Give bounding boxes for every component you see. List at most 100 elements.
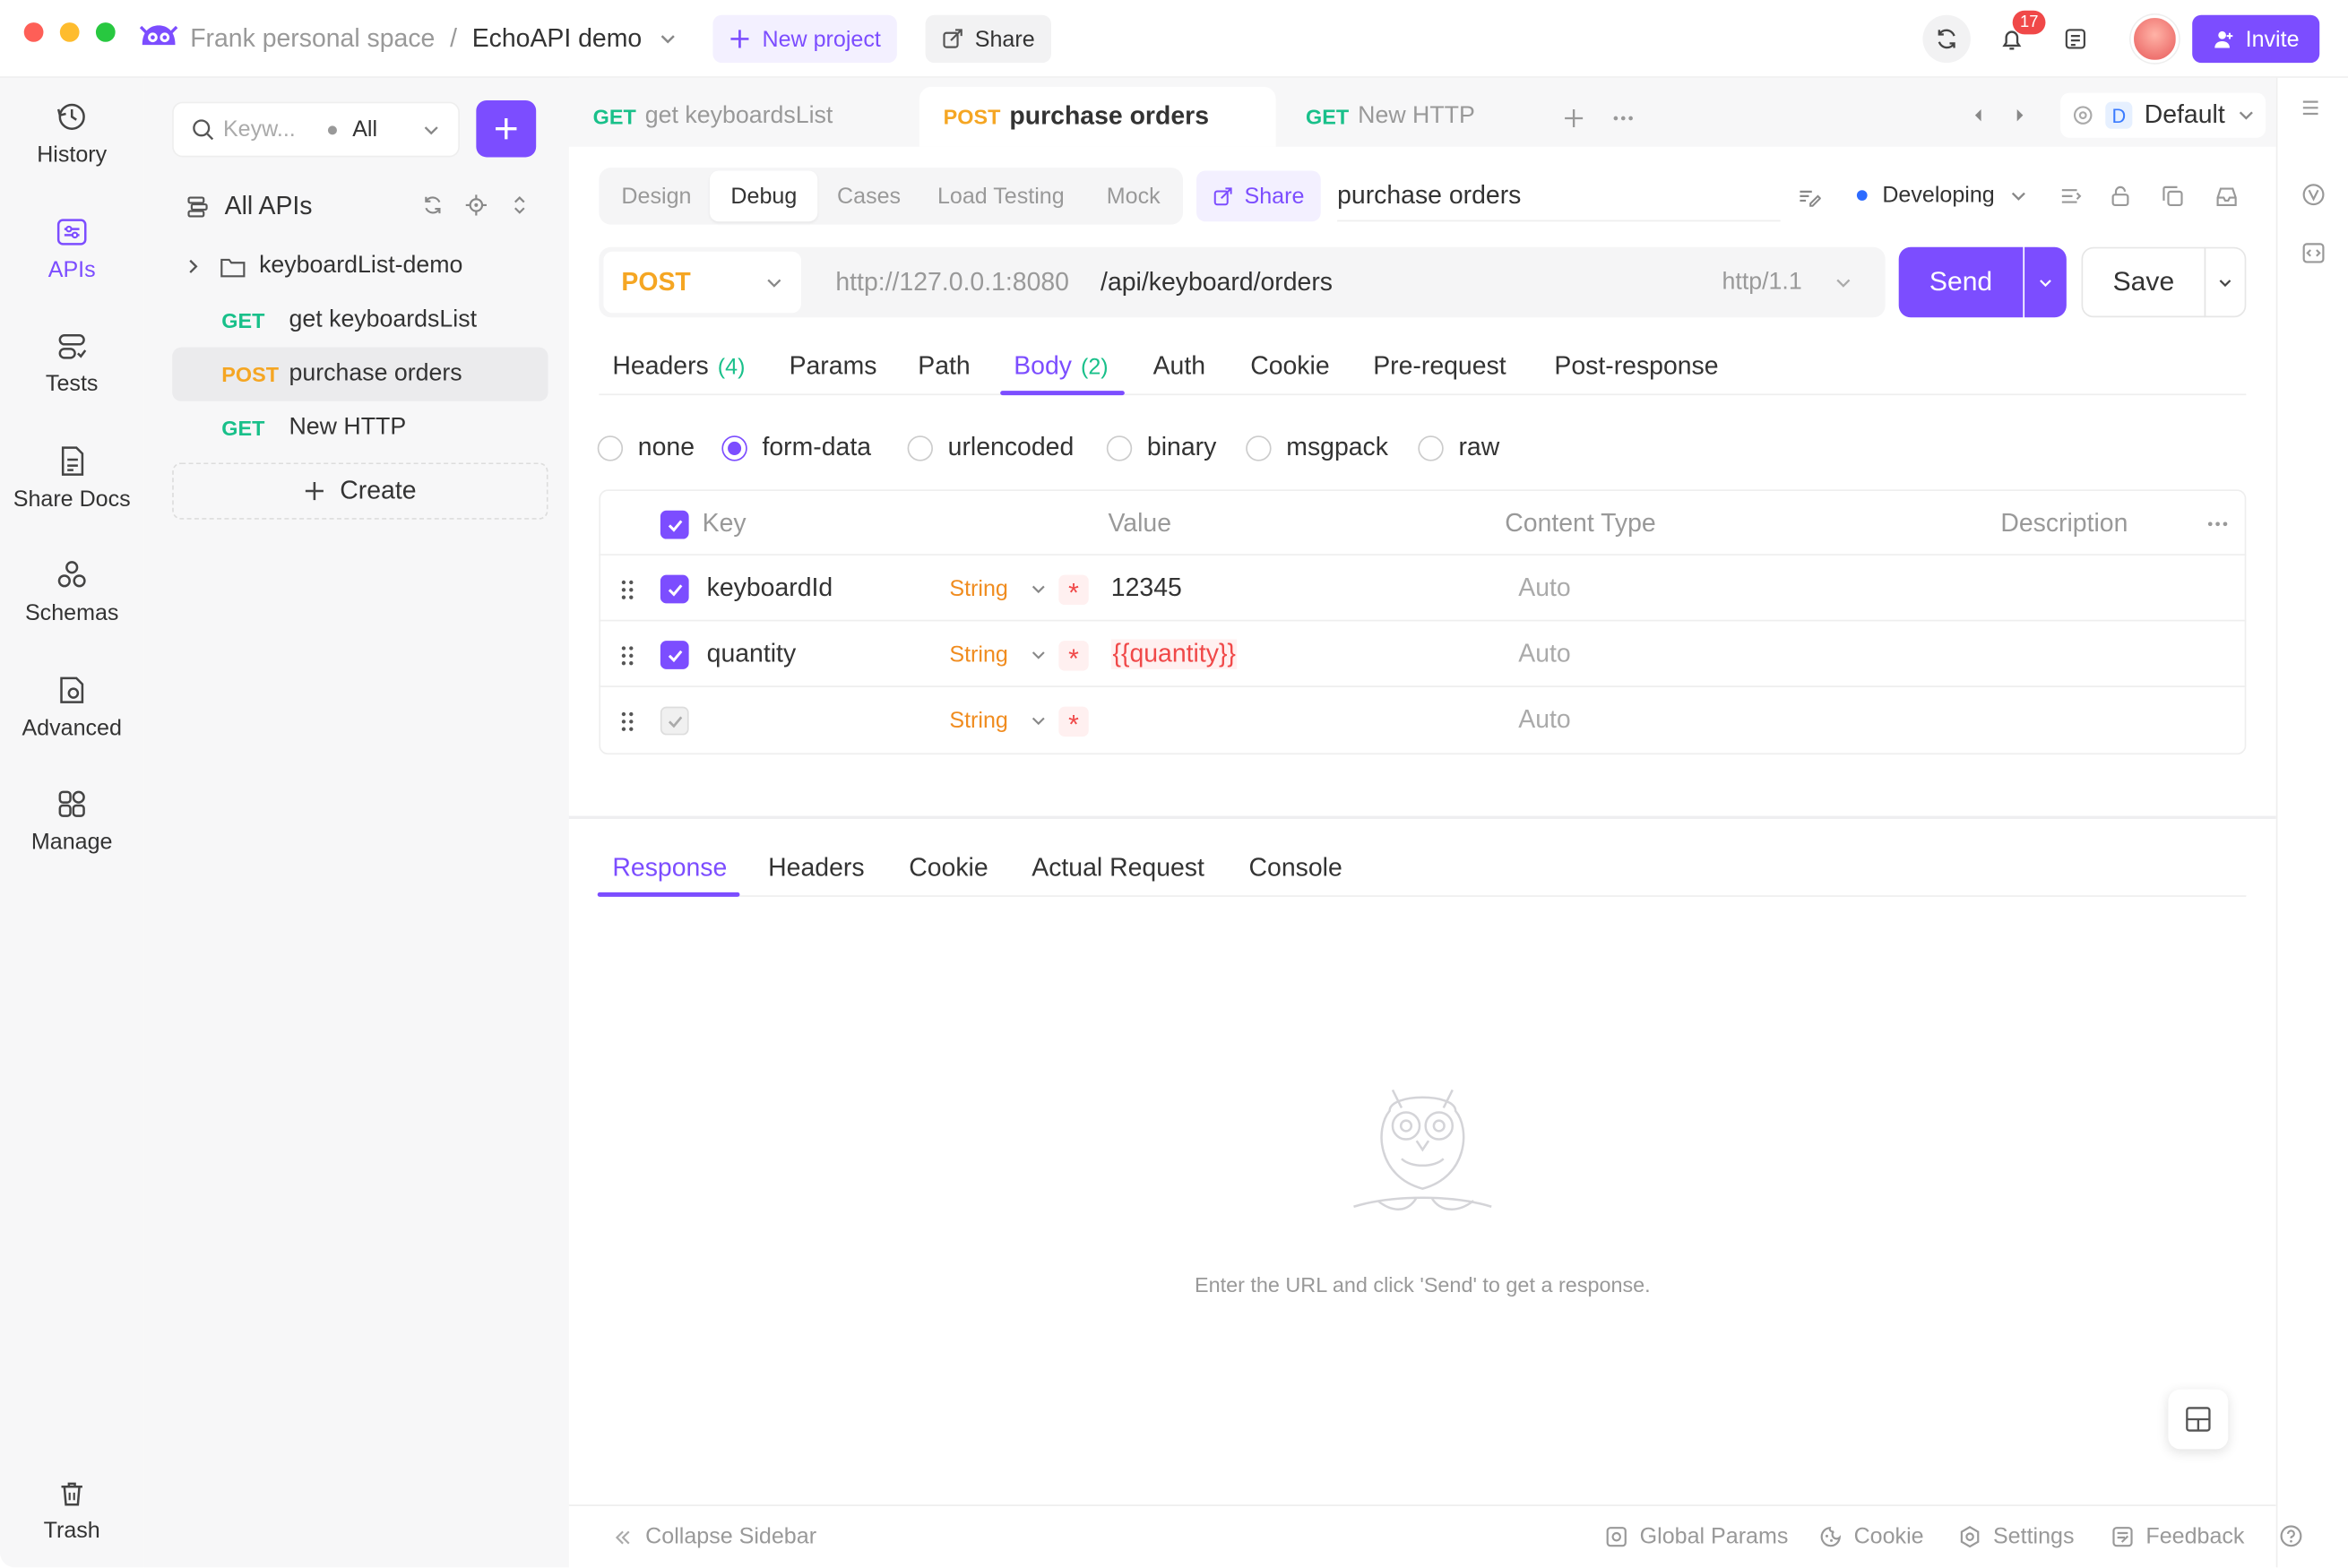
required-toggle[interactable]: * [1058,641,1089,674]
nav-item-share-docs[interactable]: Share Docs [0,428,143,527]
row-content-type[interactable]: Auto [1518,573,1570,603]
nav-item-tests[interactable]: Tests [0,313,143,411]
protocol-select[interactable]: http/1.1 [1722,252,1853,314]
search-box[interactable]: Keyw... All [172,101,460,158]
avatar[interactable] [2130,14,2180,64]
more-tabs-icon[interactable] [1611,108,1636,128]
search-input[interactable]: Keyw... [223,116,296,142]
expand-collapse-icon[interactable] [509,194,530,215]
status-select[interactable]: Developing [1856,183,2028,208]
settings-button[interactable]: Settings [1959,1524,2075,1549]
method-select[interactable]: POST [603,251,801,314]
api-item-get-keyboardslist[interactable]: GET get keyboardsList [172,293,548,347]
radio-none[interactable]: none [597,433,695,462]
tab-body[interactable]: Body (2) [1014,340,1108,393]
subtab-design[interactable]: Design [600,170,712,221]
code-gen-icon[interactable] [2059,185,2083,209]
close-window-button[interactable] [23,22,44,42]
feedback-button[interactable]: Feedback [2111,1524,2244,1549]
select-all-checkbox[interactable] [660,510,689,539]
nav-item-trash[interactable]: Trash [0,1461,143,1560]
row-value-variable[interactable]: {{quantity}} [1110,639,1238,669]
notifications-button[interactable]: 17 [1987,10,2046,63]
code-icon[interactable] [2301,241,2326,265]
tab-params[interactable]: Params [790,340,877,393]
response-tab-headers[interactable]: Headers [768,841,864,895]
project-name[interactable]: EchoAPI demo [472,24,642,54]
scroll-right-icon[interactable] [2013,105,2028,125]
chevron-down-icon[interactable] [1031,647,1047,663]
add-api-button[interactable] [476,99,537,158]
nav-item-advanced[interactable]: Advanced [0,658,143,756]
response-tab-cookie[interactable]: Cookie [909,841,988,895]
row-type[interactable]: String [949,642,1007,668]
chevron-down-icon[interactable] [422,121,440,139]
collapse-sidebar-button[interactable]: Collapse Sidebar [612,1524,816,1549]
tab-purchase-orders[interactable]: POST purchase orders [919,86,1276,147]
verify-icon[interactable] [2301,183,2326,207]
edit-icon[interactable] [1797,185,1821,209]
send-button[interactable]: Send [1898,246,2024,318]
radio-msgpack[interactable]: msgpack [1246,433,1388,462]
row-checkbox[interactable] [660,641,689,669]
all-apis-row[interactable]: All APIs [186,192,313,221]
filter-select[interactable]: All [352,116,377,142]
nav-item-schemas[interactable]: Schemas [0,542,143,641]
url-input[interactable]: http://127.0.0.1:8080 /api/keyboard/orde… [835,252,1333,314]
radio-binary[interactable]: binary [1106,433,1216,462]
row-value[interactable]: 12345 [1111,573,1182,603]
row-content-type[interactable]: Auto [1518,705,1570,735]
chevron-down-icon[interactable] [657,29,678,49]
environment-select[interactable]: D Default [2060,92,2266,138]
subtab-cases[interactable]: Cases [816,170,922,221]
row-content-type[interactable]: Auto [1518,639,1570,668]
global-params-button[interactable]: Global Params [1605,1524,1788,1549]
workspace-name[interactable]: Frank personal space [190,24,435,54]
tab-new-http[interactable]: GET New HTTP [1282,87,1521,147]
layout-toggle-button[interactable] [2168,1389,2229,1450]
add-tab-icon[interactable] [1563,108,1584,128]
tab-auth[interactable]: Auth [1153,340,1205,393]
api-item-new-http[interactable]: GET New HTTP [172,401,548,455]
tab-pre-request[interactable]: Pre-request [1373,340,1506,393]
drag-handle-icon[interactable] [620,711,635,732]
row-type[interactable]: String [949,576,1007,601]
response-tab-actual-request[interactable]: Actual Request [1032,841,1204,895]
share-project-button[interactable]: Share [925,14,1052,64]
subtab-debug[interactable]: Debug [710,170,818,222]
send-options-button[interactable] [2024,246,2067,318]
new-project-button[interactable]: New project [712,14,898,64]
save-button[interactable]: Save [2081,246,2206,318]
radio-form-data[interactable]: form-data [721,433,871,462]
nav-item-apis[interactable]: APIs [0,199,143,297]
cookie-button[interactable]: Cookie [1819,1524,1924,1549]
help-icon[interactable] [2279,1524,2303,1548]
drag-handle-icon[interactable] [620,645,635,666]
save-draft-icon[interactable] [2214,185,2239,209]
lock-icon[interactable] [2109,185,2133,209]
chevron-right-icon[interactable] [185,257,203,275]
invite-button[interactable]: Invite [2192,14,2320,64]
row-type[interactable]: String [949,708,1007,733]
locate-icon[interactable] [465,194,488,216]
save-options-button[interactable] [2204,246,2247,318]
folder-row[interactable]: keyboardList-demo [172,239,548,293]
response-tab-response[interactable]: Response [612,841,727,895]
api-item-purchase-orders[interactable]: POST purchase orders [172,347,548,401]
row-key[interactable]: quantity [707,639,796,668]
tab-headers[interactable]: Headers (4) [612,340,745,393]
required-toggle[interactable]: * [1058,706,1089,739]
pane-splitter[interactable] [568,815,2276,819]
radio-raw[interactable]: raw [1418,433,1499,462]
response-tab-console[interactable]: Console [1249,841,1342,895]
copy-icon[interactable] [2161,185,2185,209]
collapse-right-icon[interactable] [2299,96,2323,120]
row-checkbox[interactable] [660,574,689,604]
create-button[interactable]: Create [172,462,548,520]
drag-handle-icon[interactable] [620,580,635,600]
chevron-down-icon[interactable] [1031,712,1047,728]
subtab-load-testing[interactable]: Load Testing [917,170,1085,221]
tab-cookie[interactable]: Cookie [1250,340,1329,393]
maximize-window-button[interactable] [95,22,116,42]
nav-item-history[interactable]: History [0,84,143,183]
